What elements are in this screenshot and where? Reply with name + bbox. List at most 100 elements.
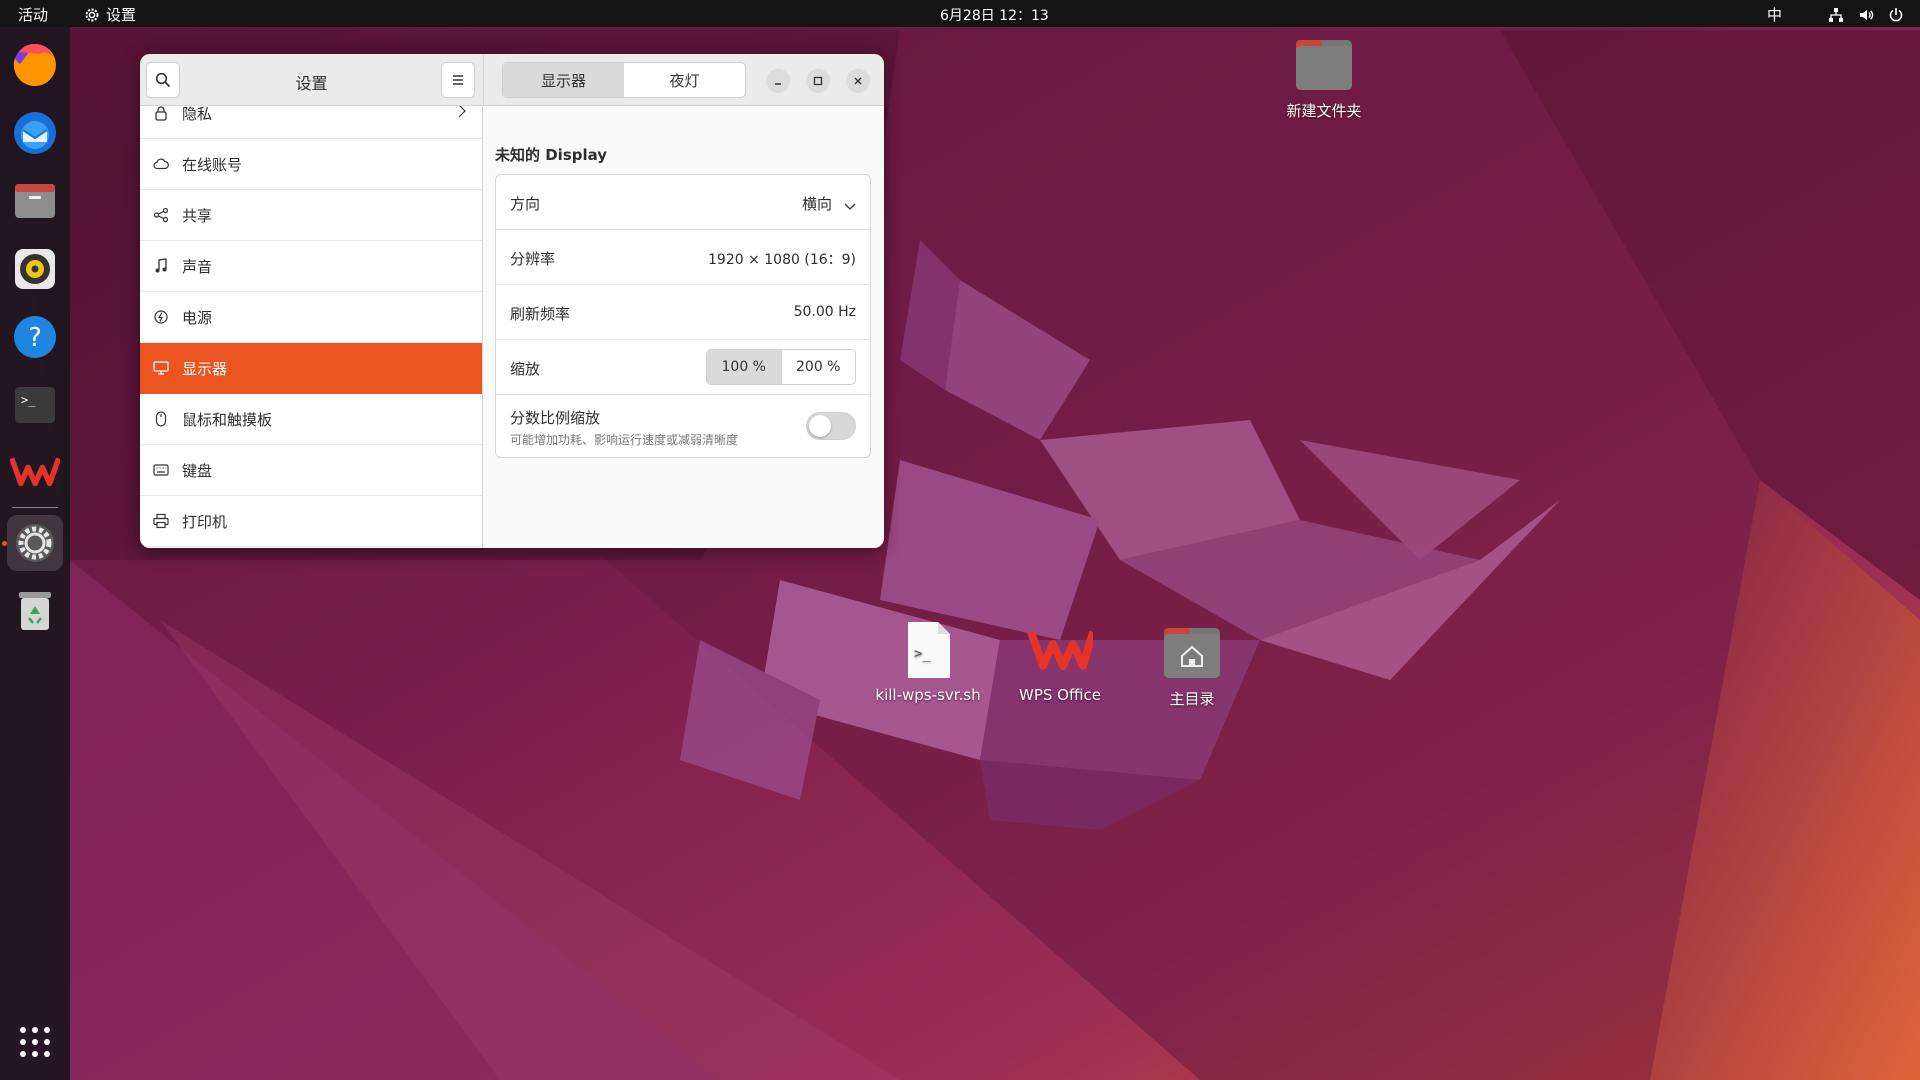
files-icon[interactable]	[7, 173, 63, 229]
sidebar-item-label: 隐私	[182, 106, 213, 123]
window-title: 设置	[295, 74, 328, 93]
orientation-row[interactable]: 方向 横向	[496, 175, 870, 230]
scale-option-100[interactable]: 100 %	[707, 350, 782, 384]
maximize-button[interactable]	[806, 69, 830, 93]
rhythmbox-icon[interactable]	[7, 241, 63, 297]
music-note-icon	[152, 257, 170, 275]
scale-selector: 100 % 200 %	[706, 349, 856, 385]
desktop-icon-label: 主目录	[1169, 690, 1215, 708]
folder-icon	[1296, 40, 1352, 90]
scale-option-200[interactable]: 200 %	[782, 350, 856, 384]
fractional-scaling-toggle[interactable]	[806, 412, 856, 440]
app-menu[interactable]: 设置	[84, 4, 136, 25]
home-folder-icon	[1164, 628, 1220, 678]
desktop-icon-kill-wps-svr[interactable]: >_ kill-wps-svr.sh	[868, 620, 988, 704]
help-icon[interactable]: ?	[7, 309, 63, 365]
sidebar-item-sound[interactable]: 声音	[140, 241, 482, 292]
dock-separator	[12, 507, 58, 508]
app-menu-label: 设置	[106, 6, 137, 24]
desktop-icon-home[interactable]: 主目录	[1132, 624, 1252, 709]
minimize-button[interactable]	[766, 69, 790, 93]
resolution-row[interactable]: 分辨率 1920 × 1080 (16：9)	[496, 230, 870, 285]
tab-night-light[interactable]: 夜灯	[624, 63, 745, 97]
desktop-icon-new-folder[interactable]: 新建文件夹	[1264, 36, 1384, 121]
sidebar-item-mouse-touchpad[interactable]: 鼠标和触摸板	[140, 394, 482, 445]
clock[interactable]: 6月28日 12：13	[940, 5, 1049, 25]
desktop-icon-wps-office[interactable]: WPS Office	[1000, 620, 1120, 704]
sidebar-item-label: 键盘	[182, 461, 213, 480]
content-header: 显示器 夜灯	[483, 54, 884, 106]
sidebar-item-privacy[interactable]: 隐私	[140, 106, 482, 139]
fractional-scaling-row: 分数比例缩放 可能增加功耗、影响运行速度或减弱清晰度	[496, 395, 870, 457]
cloud-icon	[152, 155, 170, 173]
desktop-icon-label: WPS Office	[1019, 686, 1101, 704]
sidebar-item-displays[interactable]: 显示器	[140, 343, 482, 394]
view-switcher: 显示器 夜灯	[502, 62, 746, 98]
share-icon	[152, 206, 170, 224]
sidebar-item-label: 在线账号	[182, 155, 243, 174]
refresh-rate-value[interactable]: 50.00 Hz	[794, 304, 856, 320]
refresh-rate-row[interactable]: 刷新频率 50.00 Hz	[496, 285, 870, 340]
tab-displays[interactable]: 显示器	[503, 63, 624, 97]
display-settings-list: 方向 横向 分辨率 1920 × 1080 (16：9) 刷新频率 50.00 …	[495, 174, 871, 458]
system-tray[interactable]: 中	[1767, 4, 1904, 25]
desktop-icon-label: 新建文件夹	[1286, 102, 1362, 120]
volume-icon[interactable]	[1858, 7, 1874, 23]
sidebar-item-label: 打印机	[182, 512, 228, 531]
close-button[interactable]	[846, 69, 870, 93]
dock: ? >_	[0, 27, 70, 1080]
chevron-down-icon[interactable]	[844, 196, 856, 215]
sidebar-item-label: 鼠标和触摸板	[182, 410, 273, 429]
fractional-scaling-label: 分数比例缩放	[510, 409, 601, 427]
scale-row: 缩放 100 % 200 %	[496, 340, 870, 395]
printer-icon	[152, 512, 170, 530]
trash-icon[interactable]	[7, 583, 63, 639]
input-method-indicator[interactable]: 中	[1767, 4, 1782, 25]
sidebar-header: 设置	[140, 54, 483, 106]
orientation-value[interactable]: 横向	[802, 193, 832, 214]
sidebar-item-keyboard[interactable]: 键盘	[140, 445, 482, 496]
power-icon	[152, 308, 170, 326]
hamburger-icon	[453, 75, 463, 85]
toggle-knob	[809, 415, 831, 437]
scale-label: 缩放	[510, 360, 541, 378]
svg-text:>_: >_	[21, 393, 36, 407]
close-icon	[854, 77, 862, 85]
fractional-scaling-subtitle: 可能增加功耗、影响运行速度或减弱清晰度	[510, 433, 739, 447]
power-menu-icon[interactable]	[1888, 7, 1904, 23]
sidebar-item-printers[interactable]: 打印机	[140, 496, 482, 547]
wps-icon[interactable]	[7, 445, 63, 501]
thunderbird-icon[interactable]	[7, 105, 63, 161]
refresh-rate-label: 刷新频率	[510, 305, 571, 323]
sidebar-item-label: 显示器	[182, 359, 228, 378]
settings-icon[interactable]	[7, 515, 63, 571]
resolution-value[interactable]: 1920 × 1080 (16：9)	[708, 249, 856, 269]
sidebar-item-power[interactable]: 电源	[140, 292, 482, 343]
top-bar: 活动 设置 6月28日 12：13 中	[0, 0, 1920, 27]
display-icon	[152, 359, 170, 377]
running-indicator	[2, 541, 7, 546]
activities-button[interactable]: 活动	[18, 4, 48, 25]
main-menu-button[interactable]	[441, 62, 475, 98]
resolution-label: 分辨率	[510, 250, 556, 268]
keyboard-icon	[152, 461, 170, 479]
svg-text:?: ?	[28, 323, 42, 353]
display-name-heading: 未知的 Display	[495, 146, 608, 164]
sidebar-item-label: 共享	[182, 206, 213, 225]
firefox-icon[interactable]	[7, 37, 63, 93]
sidebar-item-label: 电源	[182, 308, 213, 327]
terminal-icon[interactable]: >_	[7, 377, 63, 433]
settings-sidebar: 隐私 在线账号 共享 声音 电源 显示器 鼠标和触摸板 键盘 打印机	[140, 106, 483, 548]
maximize-icon	[813, 76, 823, 86]
desktop-icon-label: kill-wps-svr.sh	[875, 686, 981, 704]
lock-icon	[152, 106, 170, 122]
minimize-icon	[775, 83, 781, 85]
network-icon[interactable]	[1828, 7, 1844, 23]
app-grid-icon[interactable]	[7, 1014, 63, 1070]
wps-office-icon	[1027, 630, 1093, 670]
sidebar-item-online-accounts[interactable]: 在线账号	[140, 139, 482, 190]
gear-icon	[84, 7, 100, 23]
chevron-right-icon	[458, 106, 466, 122]
sidebar-item-sharing[interactable]: 共享	[140, 190, 482, 241]
sidebar-item-label: 声音	[182, 257, 213, 276]
